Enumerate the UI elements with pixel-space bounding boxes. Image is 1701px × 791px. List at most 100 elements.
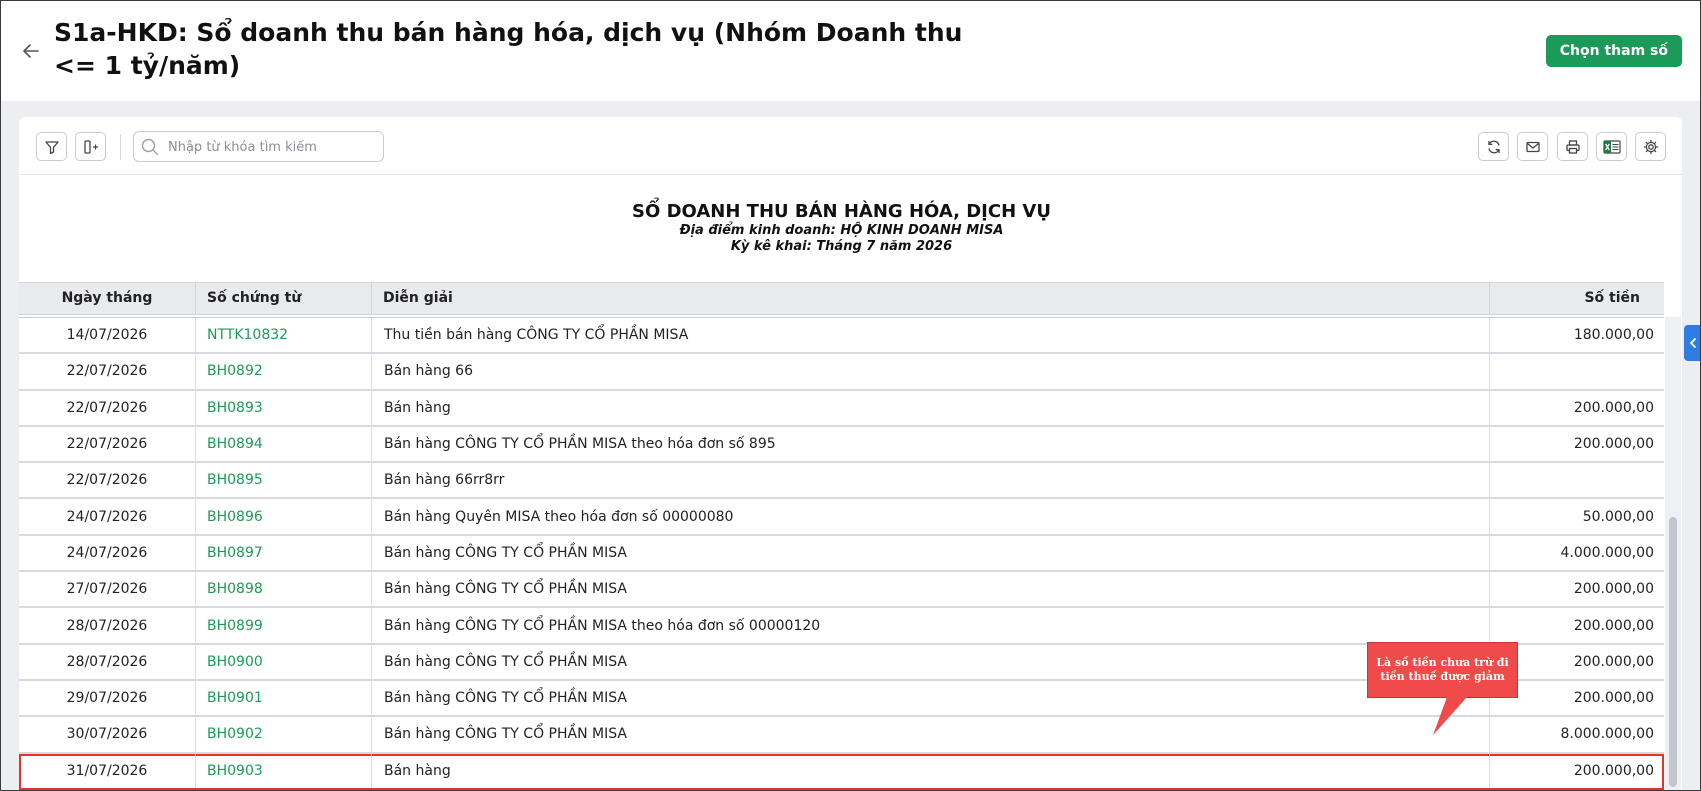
side-panel-toggle[interactable] (1684, 325, 1700, 361)
report-period: Kỳ kê khai: Tháng 7 năm 2026 (730, 239, 953, 254)
table-row[interactable]: 22/07/2026 BH0893 Bán hàng 200.000,00 (19, 390, 1664, 427)
column-header-amount[interactable]: Số tiền (1490, 283, 1664, 315)
annotation-callout: Là số tiền chưa trừ đi tiền thuế được gi… (1367, 642, 1518, 698)
app-frame: S1a-HKD: Sổ doanh thu bán hàng hóa, dịch… (0, 0, 1701, 791)
excel-icon (1602, 139, 1621, 154)
filter-button[interactable] (36, 132, 67, 161)
table-body[interactable]: 14/07/2026 NTTK10832 Thu tiền bán hàng C… (19, 317, 1664, 790)
table-row-highlighted[interactable]: 31/07/2026 BH0903 Bán hàng 200.000,00 (19, 753, 1664, 790)
cell-description: Bán hàng CÔNG TY CỔ PHẦN MISA (372, 572, 1490, 607)
cell-document-link[interactable]: BH0902 (196, 717, 372, 752)
table-row[interactable]: 22/07/2026 BH0894 Bán hàng CÔNG TY CỔ PH… (19, 426, 1664, 464)
refresh-icon (1487, 140, 1500, 153)
cell-date: 28/07/2026 (19, 608, 196, 643)
report-heading: SỔ DOANH THU BÁN HÀNG HÓA, DỊCH VỤ Địa đ… (19, 201, 1664, 255)
cell-amount: 200.000,00 (1573, 436, 1654, 453)
chevron-left-icon (1690, 338, 1696, 348)
cell-date: 22/07/2026 (19, 354, 196, 389)
cell-description: Bán hàng CÔNG TY CỔ PHẦN MISA (372, 644, 1490, 679)
cell-description: Bán hàng Quyên MISA theo hóa đơn số 0000… (372, 499, 1490, 534)
cell-amount: 4.000.000,00 (1560, 544, 1654, 561)
mail-icon (1525, 141, 1540, 152)
toolbar-separator (120, 134, 121, 160)
toolbar (19, 117, 1682, 175)
cell-amount: 200.000,00 (1573, 617, 1654, 634)
cell-document-link[interactable]: BH0892 (196, 354, 372, 389)
cell-description: Bán hàng 66rr8rr (372, 463, 1490, 498)
cell-document-link[interactable]: BH0893 (196, 390, 372, 425)
cell-description: Bán hàng CÔNG TY CỔ PHẦN MISA (372, 535, 1490, 571)
column-settings-icon (83, 139, 98, 154)
cell-document-link[interactable]: BH0897 (196, 535, 372, 571)
page-title: S1a-HKD: Sổ doanh thu bán hàng hóa, dịch… (54, 18, 963, 80)
report-location: Địa điểm kinh doanh: HỘ KINH DOANH MISA (679, 223, 1004, 238)
cell-description: Bán hàng 66 (372, 354, 1490, 389)
cell-date: 22/07/2026 (19, 390, 196, 425)
search-box[interactable] (133, 131, 384, 162)
refresh-button[interactable] (1478, 132, 1509, 161)
back-button[interactable] (17, 37, 45, 65)
cell-date: 27/07/2026 (19, 572, 196, 607)
search-icon (141, 138, 159, 156)
arrow-left-icon (23, 44, 39, 58)
print-button[interactable] (1557, 132, 1588, 161)
cell-document-link[interactable]: BH0898 (196, 572, 372, 607)
cell-amount: 200.000,00 (1573, 399, 1654, 416)
cell-document-link[interactable]: BH0903 (196, 753, 372, 788)
cell-description: Bán hàng CÔNG TY CỔ PHẦN MISA theo hóa đ… (372, 608, 1490, 643)
export-excel-button[interactable] (1596, 132, 1627, 161)
cell-date: 29/07/2026 (19, 680, 196, 716)
filter-icon (44, 140, 59, 154)
search-input[interactable] (168, 136, 378, 158)
cell-date: 14/07/2026 (19, 318, 196, 353)
cell-document-link[interactable]: BH0901 (196, 680, 372, 716)
table-row[interactable]: 27/07/2026 BH0898 Bán hàng CÔNG TY CỔ PH… (19, 572, 1664, 609)
column-settings-button[interactable] (75, 132, 106, 161)
cell-date: 28/07/2026 (19, 644, 196, 679)
cell-description: Bán hàng (372, 390, 1490, 425)
cell-document-link[interactable]: BH0894 (196, 426, 372, 462)
report-title: SỔ DOANH THU BÁN HÀNG HÓA, DỊCH VỤ (632, 201, 1051, 222)
table-row[interactable]: 28/07/2026 BH0899 Bán hàng CÔNG TY CỔ PH… (19, 608, 1664, 645)
cell-amount: 8.000.000,00 (1560, 726, 1654, 743)
cell-amount (1490, 354, 1664, 388)
cell-date: 24/07/2026 (19, 535, 196, 571)
cell-document-link[interactable]: BH0895 (196, 463, 372, 498)
cell-amount (1490, 463, 1664, 497)
table-row[interactable]: 22/07/2026 BH0892 Bán hàng 66 (19, 354, 1664, 391)
choose-parameters-button[interactable]: Chọn tham số (1545, 35, 1682, 67)
column-header-description[interactable]: Diễn giải (372, 283, 1490, 315)
table-row[interactable]: 14/07/2026 NTTK10832 Thu tiền bán hàng C… (19, 318, 1664, 355)
cell-amount: 200.000,00 (1573, 581, 1654, 598)
cell-date: 24/07/2026 (19, 499, 196, 534)
cell-amount: 180.000,00 (1573, 327, 1654, 344)
cell-document-link[interactable]: BH0900 (196, 644, 372, 679)
cell-date: 22/07/2026 (19, 463, 196, 498)
cell-date: 31/07/2026 (19, 753, 196, 788)
column-header-date[interactable]: Ngày tháng (19, 283, 196, 315)
table-row[interactable]: 22/07/2026 BH0895 Bán hàng 66rr8rr (19, 463, 1664, 500)
cell-description: Bán hàng CÔNG TY CỔ PHẦN MISA (372, 680, 1490, 716)
cell-date: 30/07/2026 (19, 717, 196, 752)
table-row[interactable]: 24/07/2026 BH0897 Bán hàng CÔNG TY CỔ PH… (19, 535, 1664, 573)
table-row[interactable]: 30/07/2026 BH0902 Bán hàng CÔNG TY CỔ PH… (19, 717, 1664, 754)
table-row[interactable]: 24/07/2026 BH0896 Bán hàng Quyên MISA th… (19, 499, 1664, 536)
column-header-document-number[interactable]: Số chứng từ (196, 283, 372, 315)
cell-date: 22/07/2026 (19, 426, 196, 462)
print-icon (1565, 139, 1580, 154)
cell-document-link[interactable]: NTTK10832 (196, 318, 372, 353)
cell-amount: 50.000,00 (1582, 508, 1654, 525)
cell-description: Bán hàng CÔNG TY CỔ PHẦN MISA (372, 717, 1490, 752)
table-header: Ngày tháng Số chứng từ Diễn giải Số tiền (19, 282, 1664, 315)
cell-description: Bán hàng (372, 753, 1490, 788)
gear-icon (1643, 139, 1658, 154)
cell-document-link[interactable]: BH0896 (196, 499, 372, 534)
cell-document-link[interactable]: BH0899 (196, 608, 372, 643)
vertical-scrollbar[interactable] (1665, 317, 1681, 790)
scrollbar-thumb[interactable] (1669, 517, 1677, 787)
cell-description: Bán hàng CÔNG TY CỔ PHẦN MISA theo hóa đ… (372, 426, 1490, 462)
cell-amount: 200.000,00 (1573, 762, 1654, 779)
cell-description: Thu tiền bán hàng CÔNG TY CỔ PHẦN MISA (372, 318, 1490, 353)
settings-button[interactable] (1635, 132, 1666, 161)
mail-button[interactable] (1517, 132, 1548, 161)
